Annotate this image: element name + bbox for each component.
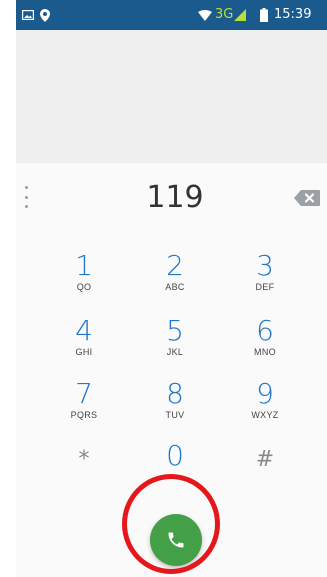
signal-icon	[234, 0, 246, 30]
clock: 15:39	[274, 7, 312, 22]
key-4[interactable]: 4 GHI	[44, 315, 124, 375]
dialed-number-field[interactable]: 119	[100, 178, 250, 218]
key-digit: 9	[256, 377, 274, 410]
key-digit: #	[255, 447, 275, 472]
backspace-icon[interactable]	[293, 189, 321, 207]
key-pound[interactable]: #	[225, 444, 305, 504]
key-letters: QO	[76, 282, 92, 292]
key-letters: JKL	[166, 347, 184, 357]
key-8[interactable]: 8 TUV	[135, 378, 215, 438]
call-button[interactable]	[150, 514, 202, 566]
key-digit: 5	[166, 314, 184, 347]
key-star[interactable]: *	[44, 444, 124, 504]
overflow-menu-icon[interactable]	[22, 186, 30, 208]
image-icon	[22, 0, 34, 30]
key-digit: *	[78, 447, 90, 472]
key-digit: 1	[75, 249, 93, 282]
key-digit: 4	[75, 314, 93, 347]
location-pin-icon	[40, 0, 50, 30]
key-digit: 3	[256, 249, 274, 282]
key-letters: WXYZ	[251, 410, 279, 420]
battery-icon	[260, 0, 268, 30]
key-1[interactable]: 1 QO	[44, 250, 124, 310]
dialer-screen: 3G 15:39 119 1 QO 2 ABC 3 DEF 4 GHI 5 JK…	[0, 0, 327, 577]
network-type-label: 3G	[215, 7, 234, 22]
key-6[interactable]: 6 MNO	[225, 315, 305, 375]
wifi-icon	[198, 0, 212, 30]
key-digit: 6	[256, 314, 274, 347]
key-letters: MNO	[254, 347, 276, 357]
left-margin	[0, 0, 16, 577]
key-letters: TUV	[165, 410, 185, 420]
key-letters: PQRS	[70, 410, 98, 420]
key-5[interactable]: 5 JKL	[135, 315, 215, 375]
key-digit: 8	[166, 377, 184, 410]
key-letters: GHI	[75, 347, 93, 357]
status-bar: 3G 15:39	[16, 0, 327, 30]
recents-area	[16, 30, 327, 163]
key-0[interactable]: 0 +	[135, 440, 215, 500]
key-digit: 7	[75, 377, 93, 410]
key-7[interactable]: 7 PQRS	[44, 378, 124, 438]
key-3[interactable]: 3 DEF	[225, 250, 305, 310]
key-digit: 0	[166, 439, 184, 472]
key-letters: +	[172, 472, 178, 482]
phone-icon	[166, 530, 186, 550]
key-letters: ABC	[165, 282, 185, 292]
key-digit: 2	[166, 249, 184, 282]
key-letters: DEF	[255, 282, 275, 292]
key-2[interactable]: 2 ABC	[135, 250, 215, 310]
key-9[interactable]: 9 WXYZ	[225, 378, 305, 438]
